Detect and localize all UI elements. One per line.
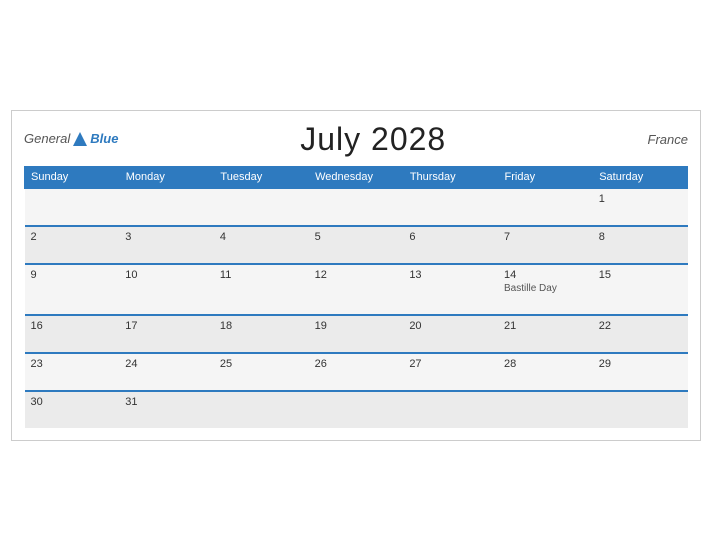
header-day-monday: Monday: [119, 166, 214, 188]
logo: General Blue: [24, 130, 118, 148]
header-day-sunday: Sunday: [25, 166, 120, 188]
day-number: 22: [599, 320, 682, 332]
day-cell-w0-d1: [119, 188, 214, 226]
day-cell-w1-d3: 5: [309, 226, 404, 264]
day-number: 3: [125, 231, 208, 243]
day-cell-w0-d3: [309, 188, 404, 226]
day-number: 31: [125, 396, 208, 408]
day-cell-w2-d4: 13: [403, 264, 498, 315]
day-cell-w1-d2: 4: [214, 226, 309, 264]
day-number: 2: [31, 231, 114, 243]
day-cell-w5-d6: [593, 391, 688, 428]
day-cell-w1-d5: 7: [498, 226, 593, 264]
day-number: 13: [409, 269, 492, 281]
day-cell-w2-d1: 10: [119, 264, 214, 315]
day-cell-w2-d0: 9: [25, 264, 120, 315]
day-number: 7: [504, 231, 587, 243]
day-cell-w3-d4: 20: [403, 315, 498, 353]
day-number: 19: [315, 320, 398, 332]
day-number: 30: [31, 396, 114, 408]
day-cell-w0-d6: 1: [593, 188, 688, 226]
day-number: 23: [31, 358, 114, 370]
day-cell-w3-d2: 18: [214, 315, 309, 353]
day-number: 28: [504, 358, 587, 370]
header-day-friday: Friday: [498, 166, 593, 188]
header-day-wednesday: Wednesday: [309, 166, 404, 188]
day-cell-w3-d0: 16: [25, 315, 120, 353]
logo-blue-text: Blue: [90, 132, 118, 146]
day-number: 8: [599, 231, 682, 243]
header-day-thursday: Thursday: [403, 166, 498, 188]
day-cell-w1-d0: 2: [25, 226, 120, 264]
calendar-tbody: 1234567891011121314Bastille Day151617181…: [25, 188, 688, 428]
header-day-saturday: Saturday: [593, 166, 688, 188]
day-cell-w5-d2: [214, 391, 309, 428]
day-number: 25: [220, 358, 303, 370]
day-number: 26: [315, 358, 398, 370]
calendar-header: General Blue July 2028 France: [24, 121, 688, 158]
day-cell-w1-d1: 3: [119, 226, 214, 264]
calendar-title: July 2028: [118, 121, 628, 158]
day-number: 15: [599, 269, 682, 281]
day-cell-w2-d2: 11: [214, 264, 309, 315]
day-number: 6: [409, 231, 492, 243]
week-row-2: 9 10 11 12 13 14 Bastille Day 15: [25, 264, 688, 315]
day-number: 18: [220, 320, 303, 332]
day-cell-w3-d1: 17: [119, 315, 214, 353]
calendar-grid: SundayMondayTuesdayWednesdayThursdayFrid…: [24, 166, 688, 428]
day-number: 5: [315, 231, 398, 243]
day-cell-w1-d4: 6: [403, 226, 498, 264]
country-label: France: [628, 132, 688, 147]
day-cell-w5-d0: 30: [25, 391, 120, 428]
logo-general-text: General: [24, 132, 70, 146]
day-cell-w4-d4: 27: [403, 353, 498, 391]
day-cell-w3-d5: 21: [498, 315, 593, 353]
day-cell-w5-d5: [498, 391, 593, 428]
day-cell-w5-d1: 31: [119, 391, 214, 428]
calendar-container: General Blue July 2028 France SundayMond…: [11, 110, 701, 441]
day-cell-w3-d6: 22: [593, 315, 688, 353]
day-cell-w2-d6: 15: [593, 264, 688, 315]
day-cell-w2-d5: 14 Bastille Day: [498, 264, 593, 315]
day-cell-w2-d3: 12: [309, 264, 404, 315]
day-number: 27: [409, 358, 492, 370]
day-cell-w5-d3: [309, 391, 404, 428]
holiday-label: Bastille Day: [504, 283, 587, 294]
day-cell-w4-d6: 29: [593, 353, 688, 391]
day-cell-w4-d2: 25: [214, 353, 309, 391]
day-number: 29: [599, 358, 682, 370]
day-number: 1: [599, 193, 682, 205]
day-cell-w3-d3: 19: [309, 315, 404, 353]
logo-icon: [71, 130, 89, 148]
day-number: 11: [220, 269, 303, 281]
day-number: 10: [125, 269, 208, 281]
week-row-1: 2345678: [25, 226, 688, 264]
day-number: 14: [504, 269, 587, 281]
day-number: 12: [315, 269, 398, 281]
days-header-row: SundayMondayTuesdayWednesdayThursdayFrid…: [25, 166, 688, 188]
week-row-4: 23 24 25 26 27 28 29: [25, 353, 688, 391]
day-number: 20: [409, 320, 492, 332]
day-number: 4: [220, 231, 303, 243]
day-number: 16: [31, 320, 114, 332]
calendar-thead: SundayMondayTuesdayWednesdayThursdayFrid…: [25, 166, 688, 188]
day-cell-w5-d4: [403, 391, 498, 428]
week-row-3: 16 17 18 19 20 21 22: [25, 315, 688, 353]
day-cell-w0-d5: [498, 188, 593, 226]
day-number: 17: [125, 320, 208, 332]
day-number: 9: [31, 269, 114, 281]
day-number: 24: [125, 358, 208, 370]
week-row-0: 1: [25, 188, 688, 226]
day-cell-w4-d3: 26: [309, 353, 404, 391]
day-cell-w4-d5: 28: [498, 353, 593, 391]
day-cell-w0-d4: [403, 188, 498, 226]
day-cell-w4-d1: 24: [119, 353, 214, 391]
day-cell-w0-d0: [25, 188, 120, 226]
day-cell-w4-d0: 23: [25, 353, 120, 391]
day-cell-w0-d2: [214, 188, 309, 226]
day-number: 21: [504, 320, 587, 332]
day-cell-w1-d6: 8: [593, 226, 688, 264]
week-row-5: 30 31: [25, 391, 688, 428]
header-day-tuesday: Tuesday: [214, 166, 309, 188]
